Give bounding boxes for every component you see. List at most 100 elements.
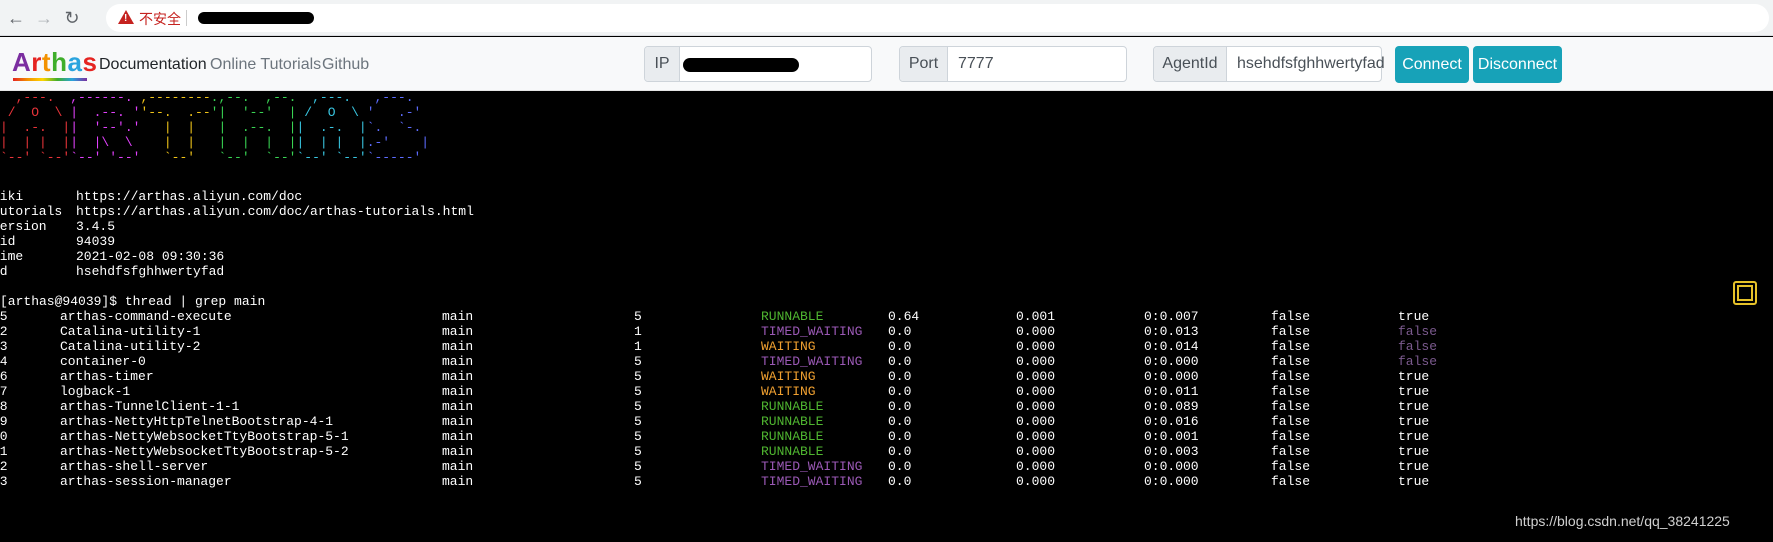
fullscreen-icon[interactable] [1733, 281, 1757, 305]
table-cell: RUNNABLE [761, 444, 824, 459]
table-cell: 17 [0, 384, 8, 399]
table-cell: arthas-NettyWebsocketTtyBootstrap-5-2 [60, 444, 349, 459]
nav-online-tutorials[interactable]: Online Tutorials [210, 56, 321, 74]
table-cell: 0.0 [888, 384, 912, 399]
table-cell: 5 [634, 399, 642, 414]
table-cell: false [1271, 474, 1311, 489]
table-cell: 0:0.014 [1144, 339, 1199, 354]
table-cell: true [1398, 309, 1430, 324]
table-cell: 0.0 [888, 354, 912, 369]
table-cell: RUNNABLE [761, 429, 824, 444]
table-cell: 0.000 [1016, 339, 1056, 354]
info-value: https://arthas.aliyun.com/doc [76, 189, 303, 204]
nav-documentation[interactable]: Documentation [99, 56, 207, 74]
table-cell: main [442, 459, 474, 474]
table-cell: 0.0 [888, 474, 912, 489]
nav-github[interactable]: Github [322, 56, 369, 74]
table-cell: false [1271, 354, 1311, 369]
table-cell: WAITING [761, 369, 816, 384]
info-key: pid [0, 234, 16, 249]
port-field[interactable]: 7777 [958, 47, 994, 81]
info-value: 94039 [76, 234, 116, 249]
table-cell: 0:0.000 [1144, 459, 1199, 474]
table-cell: 0.0 [888, 339, 912, 354]
reload-icon[interactable]: ↻ [62, 8, 82, 28]
banner-line: `--' `--'`--' '--' `--' `--' `--'`--' `-… [0, 150, 422, 165]
table-cell: 5 [634, 459, 642, 474]
table-cell: 0.0 [888, 444, 912, 459]
table-cell: 1 [634, 339, 642, 354]
info-value: https://arthas.aliyun.com/doc/arthas-tut… [76, 204, 474, 219]
banner-line: | .-. || '--'.' | | | .--. || .-. |`. `-… [0, 120, 422, 135]
table-cell: 13 [0, 339, 8, 354]
ip-input-group: IP [644, 46, 872, 82]
agentid-input-group: AgentId hsehdfsfghhwertyfad [1153, 46, 1385, 82]
table-cell: main [442, 414, 474, 429]
table-cell: 21 [0, 444, 8, 459]
agentid-field[interactable]: hsehdfsfghhwertyfad [1237, 47, 1385, 81]
ip-field[interactable] [683, 58, 799, 72]
table-cell: 0:0.001 [1144, 429, 1199, 444]
table-cell: 0.000 [1016, 369, 1056, 384]
table-cell: false [1271, 369, 1311, 384]
info-value: hsehdfsfghhwertyfad [76, 264, 225, 279]
table-cell: 0.0 [888, 414, 912, 429]
table-cell: 0.000 [1016, 429, 1056, 444]
table-cell: false [1271, 444, 1311, 459]
table-cell: 0.000 [1016, 324, 1056, 339]
table-cell: true [1398, 429, 1430, 444]
table-cell: 0.64 [888, 309, 920, 324]
table-cell: Catalina-utility-2 [60, 339, 201, 354]
table-cell: 5 [634, 354, 642, 369]
command-prompt: [arthas@94039]$ thread | grep main [0, 294, 266, 309]
table-cell: TIMED_WAITING [761, 474, 863, 489]
table-cell: 23 [0, 474, 8, 489]
table-cell: true [1398, 384, 1430, 399]
table-cell: 16 [0, 369, 8, 384]
table-cell: arthas-command-execute [60, 309, 232, 324]
table-cell: 14 [0, 354, 8, 369]
table-cell: 0.000 [1016, 384, 1056, 399]
forward-arrow-icon[interactable]: → [34, 8, 54, 28]
table-cell: 5 [634, 369, 642, 384]
table-cell: main [442, 384, 474, 399]
connect-button[interactable]: Connect [1395, 46, 1469, 83]
logo-underline [13, 78, 87, 81]
table-cell: 0.0 [888, 324, 912, 339]
port-input-group: Port 7777 [899, 46, 1127, 82]
table-cell: main [442, 354, 474, 369]
info-value: 3.4.5 [76, 219, 116, 234]
table-cell: main [442, 444, 474, 459]
table-cell: false [1271, 324, 1311, 339]
table-cell: 5 [634, 429, 642, 444]
info-key: id [0, 264, 8, 279]
table-cell: main [442, 429, 474, 444]
table-cell: 0.0 [888, 429, 912, 444]
table-cell: false [1271, 414, 1311, 429]
table-cell: true [1398, 414, 1430, 429]
table-cell: arthas-session-manager [60, 474, 232, 489]
table-cell: 19 [0, 414, 8, 429]
warning-icon: ! [118, 10, 134, 24]
table-cell: 5 [634, 414, 642, 429]
ip-label: IP [645, 47, 680, 81]
table-cell: arthas-TunnelClient-1-1 [60, 399, 240, 414]
address-bar[interactable]: ! 不安全 [106, 4, 1769, 32]
info-key: wiki [0, 189, 24, 204]
table-cell: 5 [634, 444, 642, 459]
table-cell: 0.0 [888, 399, 912, 414]
table-cell: false [1398, 354, 1438, 369]
info-key: time [0, 249, 24, 264]
back-arrow-icon[interactable]: ← [6, 8, 26, 28]
table-cell: 22 [0, 459, 8, 474]
disconnect-button[interactable]: Disconnect [1473, 46, 1562, 83]
port-label: Port [900, 47, 948, 81]
terminal[interactable]: ,---. ,------. ,--------.,--. ,--. ,---.… [0, 91, 1773, 542]
logo[interactable]: Arthas [12, 47, 97, 81]
table-cell: 0:0.000 [1144, 369, 1199, 384]
table-cell: 5 [634, 309, 642, 324]
watermark: https://blog.csdn.net/qq_38241225 [1515, 513, 1730, 529]
table-cell: false [1271, 429, 1311, 444]
table-cell: WAITING [761, 339, 816, 354]
info-value: 2021-02-08 09:30:36 [76, 249, 225, 264]
